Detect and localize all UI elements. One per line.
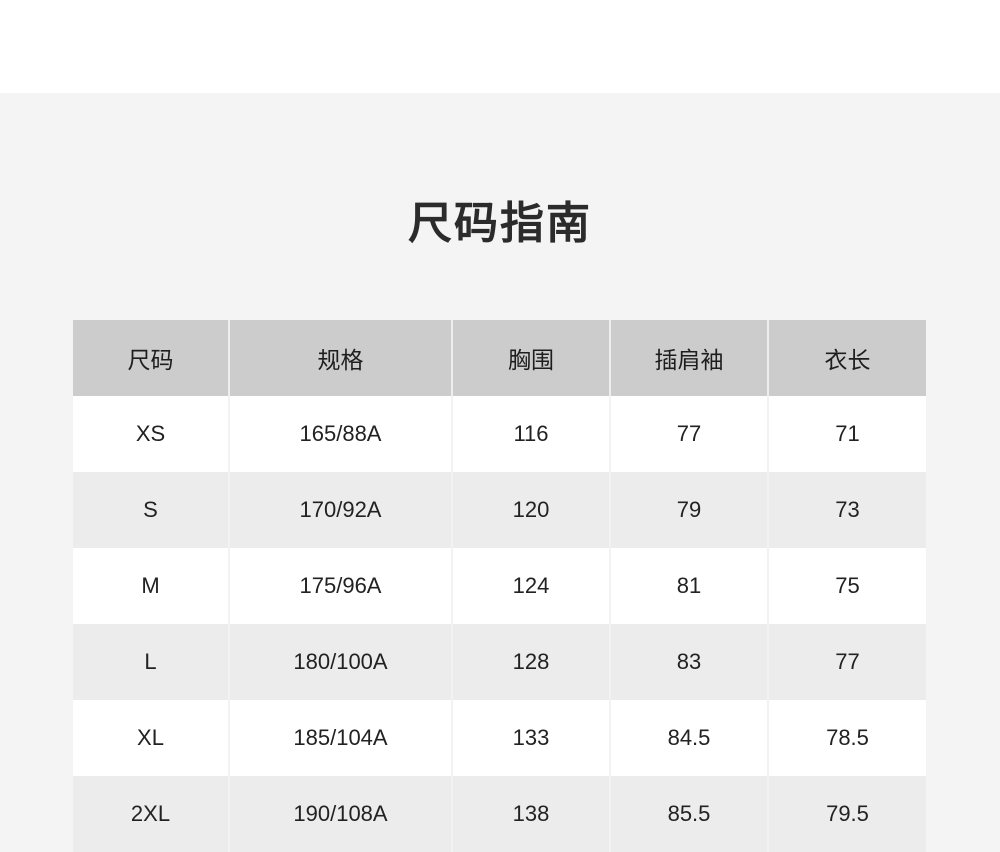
cell-sleeve: 81: [610, 548, 769, 624]
size-table-header: 尺码 规格 胸围 插肩袖 衣长: [73, 320, 926, 396]
cell-size: XS: [73, 396, 230, 472]
table-row: L 180/100A 128 83 77: [73, 624, 926, 700]
header-spec: 规格: [229, 320, 453, 396]
header-row: 尺码 规格 胸围 插肩袖 衣长: [73, 320, 926, 396]
cell-spec: 175/96A: [229, 548, 453, 624]
cell-size: S: [73, 472, 230, 548]
page-title: 尺码指南: [408, 198, 592, 249]
table-row: XL 185/104A 133 84.5 78.5: [73, 700, 926, 776]
header-length: 衣长: [768, 320, 926, 396]
cell-spec: 185/104A: [229, 700, 453, 776]
cell-length: 71: [768, 396, 926, 472]
cell-sleeve: 83: [610, 624, 769, 700]
cell-chest: 128: [452, 624, 611, 700]
table-row: XS 165/88A 116 77 71: [73, 396, 926, 472]
cell-chest: 116: [452, 396, 611, 472]
cell-chest: 133: [452, 700, 611, 776]
cell-chest: 138: [452, 776, 611, 852]
cell-size: L: [73, 624, 230, 700]
table-row: M 175/96A 124 81 75: [73, 548, 926, 624]
table-row: 2XL 190/108A 138 85.5 79.5: [73, 776, 926, 852]
header-size: 尺码: [73, 320, 230, 396]
cell-length: 77: [768, 624, 926, 700]
cell-length: 78.5: [768, 700, 926, 776]
table-row: S 170/92A 120 79 73: [73, 472, 926, 548]
cell-spec: 165/88A: [229, 396, 453, 472]
cell-length: 79.5: [768, 776, 926, 852]
cell-sleeve: 77: [610, 396, 769, 472]
cell-spec: 180/100A: [229, 624, 453, 700]
header-chest: 胸围: [452, 320, 611, 396]
cell-size: 2XL: [73, 776, 230, 852]
cell-chest: 124: [452, 548, 611, 624]
cell-sleeve: 84.5: [610, 700, 769, 776]
cell-size: XL: [73, 700, 230, 776]
cell-chest: 120: [452, 472, 611, 548]
cell-sleeve: 85.5: [610, 776, 769, 852]
cell-spec: 190/108A: [229, 776, 453, 852]
cell-length: 73: [768, 472, 926, 548]
cell-sleeve: 79: [610, 472, 769, 548]
header-sleeve: 插肩袖: [610, 320, 769, 396]
size-table: 尺码 规格 胸围 插肩袖 衣长 XS 165/88A 116 77 71 S 1…: [73, 320, 926, 852]
cell-size: M: [73, 548, 230, 624]
top-white-strip: [0, 0, 1000, 93]
cell-length: 75: [768, 548, 926, 624]
cell-spec: 170/92A: [229, 472, 453, 548]
size-table-body: XS 165/88A 116 77 71 S 170/92A 120 79 73…: [73, 396, 926, 852]
